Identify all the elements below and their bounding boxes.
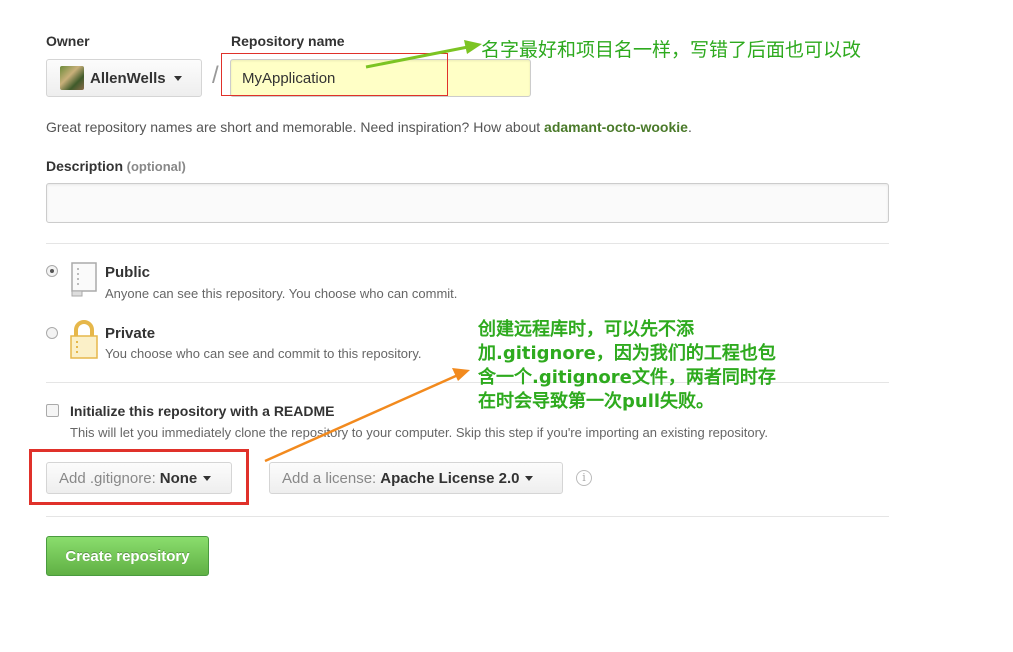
annotation-arrows xyxy=(264,40,482,463)
gitignore-arrow-line xyxy=(264,373,459,463)
name-arrow-head xyxy=(464,40,482,54)
name-arrow-line xyxy=(365,45,469,69)
gitignore-arrow-head xyxy=(452,368,470,381)
